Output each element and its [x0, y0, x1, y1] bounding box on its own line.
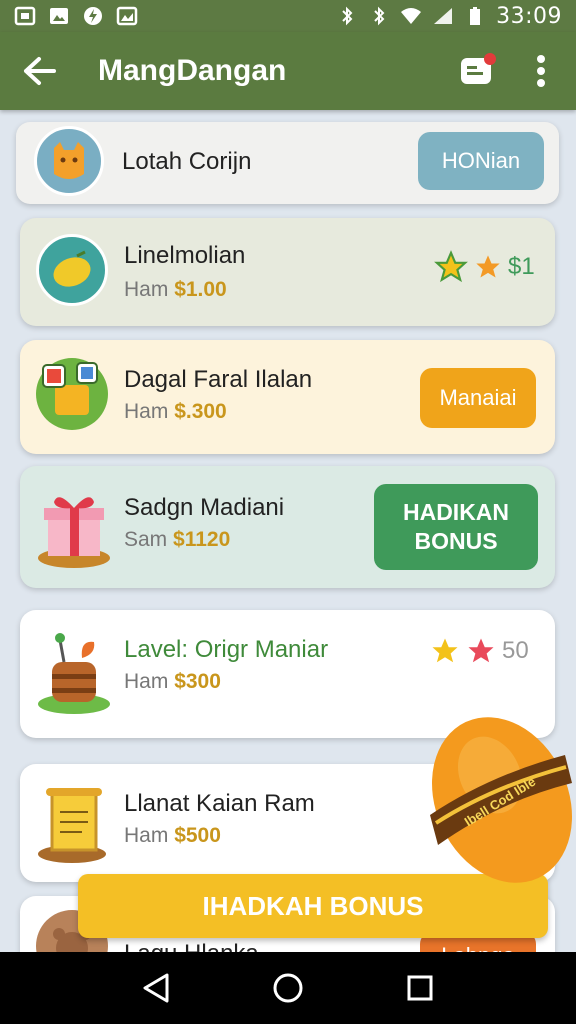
item-title: Linelmolian	[124, 242, 246, 269]
chat-notification-icon	[461, 53, 496, 84]
item-rating: $1	[434, 250, 535, 284]
lemon-icon	[53, 250, 91, 287]
star-icon	[468, 638, 494, 663]
cat-character-icon	[54, 142, 84, 179]
list-item[interactable]: Linelmolian Ham $1.00 $1	[20, 218, 555, 326]
triangle-back-icon	[143, 973, 169, 1003]
page-title: MangDangan	[98, 54, 287, 87]
item-thumbnail	[34, 778, 114, 868]
nav-home-button[interactable]	[258, 958, 318, 1018]
egg-promo-badge[interactable]: Ibell Cod Ible	[420, 705, 576, 890]
hadikan-bonus-button[interactable]: HADIKAN BONUS	[374, 484, 538, 570]
status-time: 33:09	[496, 3, 562, 29]
nav-recents-button[interactable]	[390, 958, 450, 1018]
item-price-line: Ham $.300	[124, 400, 227, 424]
item-price-line: Sam $1120	[124, 528, 230, 552]
item-title: Lavel: Origr Maniar	[124, 636, 329, 663]
price-value: $300	[174, 670, 221, 693]
app-bar: MangDangan	[0, 32, 576, 110]
item-thumbnail	[36, 234, 108, 306]
price-label: Sam	[124, 528, 168, 551]
item-price-line: Ham $500	[124, 824, 221, 848]
screenshot-icon	[14, 6, 36, 26]
rating-value: $1	[508, 253, 535, 280]
nav-back-button[interactable]	[126, 958, 186, 1018]
star-icon	[476, 255, 500, 278]
star-icon	[434, 250, 468, 283]
item-action-button[interactable]: HONian	[418, 132, 544, 190]
more-options-button[interactable]	[526, 41, 556, 101]
item-price-line: Ham $300	[124, 670, 221, 694]
item-rating: 50	[430, 636, 529, 666]
wifi-icon	[401, 8, 422, 24]
dice-box-icon	[42, 362, 98, 415]
bluetooth-icon	[374, 6, 385, 26]
item-title: Lagu Hlanka	[124, 940, 259, 952]
price-value: $1.00	[174, 278, 227, 301]
status-bar: 33:09	[0, 0, 576, 32]
price-value: $500	[174, 824, 221, 847]
list-item[interactable]: Lotah Corijn HONian	[16, 122, 559, 204]
back-button[interactable]	[10, 32, 70, 110]
price-value: $1120	[173, 528, 231, 551]
navigation-bar	[0, 952, 576, 1024]
barrel-icon	[38, 633, 110, 714]
list-item[interactable]: Dagal Faral Ilalan Ham $.300 Manaiai	[20, 340, 555, 454]
star-icon	[432, 638, 458, 663]
item-thumbnail	[34, 126, 104, 196]
item-title: Dagal Faral Ilalan	[124, 366, 313, 393]
price-value: $.300	[174, 400, 227, 423]
list-item[interactable]: Sadgn Madiani Sam $1120 HADIKAN BONUS	[20, 466, 555, 588]
item-thumbnail	[36, 358, 108, 430]
arrow-left-icon	[24, 57, 56, 85]
gallery-icon	[50, 8, 68, 24]
more-vertical-icon	[537, 55, 545, 87]
bluetooth-icon	[342, 6, 353, 26]
item-title: Sadgn Madiani	[124, 494, 285, 521]
price-label: Ham	[124, 670, 169, 693]
item-price-line: Ham $1.00	[124, 278, 227, 302]
signal-icon	[434, 8, 453, 24]
item-title: Llanat Kaian Ram	[124, 790, 315, 817]
item-action-button[interactable]: Manaiai	[420, 368, 536, 428]
rating-value: 50	[502, 637, 529, 664]
battery-icon	[470, 7, 481, 25]
scroll-note-icon	[38, 788, 106, 863]
price-label: Ham	[124, 400, 169, 423]
gift-box-icon	[38, 497, 110, 568]
item-thumbnail	[34, 628, 114, 718]
circle-home-icon	[273, 973, 303, 1003]
price-label: Ham	[124, 824, 169, 847]
item-title: Lotah Corijn	[122, 148, 252, 175]
price-label: Ham	[124, 278, 169, 301]
chat-button[interactable]	[452, 41, 504, 101]
item-thumbnail	[34, 480, 114, 570]
flash-icon	[84, 7, 102, 25]
image-icon	[116, 6, 138, 26]
square-recents-icon	[407, 975, 433, 1001]
